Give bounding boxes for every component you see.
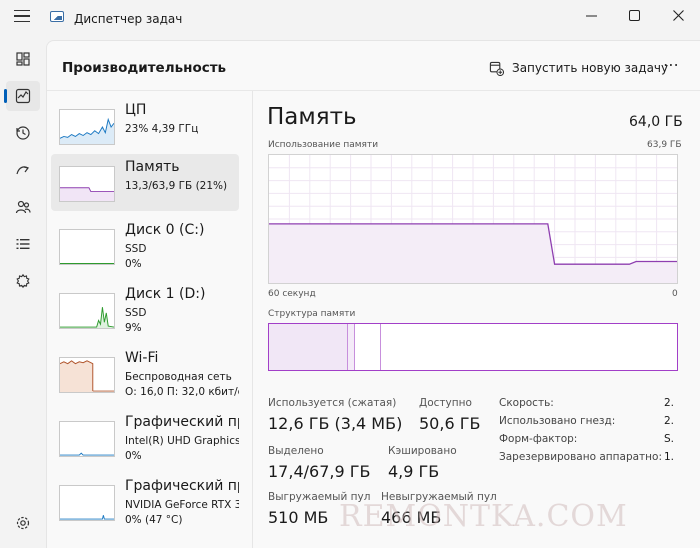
run-task-icon [489,61,504,76]
device-gpu-0[interactable]: Графический процессор 0 Intel(R) UHD Gra… [51,409,239,466]
prop-reserved-value: 1... [664,451,674,463]
in-use-label: Используется (сжатая) [268,397,397,409]
close-button[interactable] [660,4,696,26]
details-icon [16,239,30,249]
nav-startup-apps[interactable] [6,155,40,185]
title-bar: Диспетчер задач [0,0,700,30]
prop-speed-label: Скорость: [499,397,554,409]
startup-apps-icon [16,166,30,175]
device-gpu-1[interactable]: Графический процессор 1 NVIDIA GeForce R… [51,473,239,530]
structure-modified [348,324,355,370]
disk1-thumbnail-graph [59,293,115,329]
close-icon [672,9,684,21]
device-cpu[interactable]: ЦП 23% 4,39 ГГц [51,97,239,154]
device-stat: 0% [125,450,142,462]
device-name: Wi-Fi [125,350,159,366]
memory-thumbnail-graph [59,166,115,202]
device-type: Беспроводная сеть [125,371,232,383]
time-axis-label: 60 секунд [268,289,316,299]
time-axis-zero: 0 [672,289,678,299]
device-stat: 23% 4,39 ГГц [125,123,199,135]
main-panel: Производительность Запустить новую задач… [46,40,700,548]
nav-performance[interactable] [4,81,40,111]
available-value: 50,6 ГБ [419,414,481,433]
page-title: Производительность [62,60,227,76]
committed-value: 17,4/67,9 ГБ [268,462,371,481]
processes-icon [16,52,30,66]
more-options-button[interactable]: ⋯ [663,55,680,74]
header-divider [47,90,700,91]
usage-graph-label: Использование памяти [268,140,379,150]
device-type: Intel(R) UHD Graphics [125,435,239,447]
nav-app-history[interactable] [6,118,40,148]
committed-label: Выделено [268,445,324,457]
prop-slots-value: 2... [664,415,674,427]
cached-label: Кэшировано [388,445,457,457]
window-title: Диспетчер задач [74,12,183,26]
structure-label: Структура памяти [268,309,356,319]
prop-reserved-label: Зарезервировано аппаратно: [499,451,662,463]
device-stat: О: 16,0 П: 32,0 кбит/с [125,386,239,398]
minimize-button[interactable] [573,4,609,26]
device-stat: 0% [125,258,142,270]
in-use-value: 12,6 ГБ (3,4 МБ) [268,414,403,433]
nav-settings[interactable] [6,508,40,538]
memory-structure-bar [268,323,678,371]
gpu1-thumbnail-graph [59,485,115,521]
device-name: Память [125,159,180,175]
prop-form-factor-label: Форм-фактор: [499,433,578,445]
maximize-icon [628,9,640,21]
memory-usage-graph [268,154,678,284]
services-icon [16,273,30,289]
device-stat: 0% (47 °C) [125,514,183,526]
device-stat: 9% [125,322,142,334]
run-new-task-button[interactable]: Запустить новую задачу [489,57,668,79]
device-wifi[interactable]: Wi-Fi Беспроводная сеть О: 16,0 П: 32,0 … [51,345,239,402]
disk0-thumbnail-graph [59,229,115,265]
memory-total: 64,0 ГБ [629,114,683,130]
minimize-icon [585,15,597,16]
nav-rail [0,40,46,548]
watermark: REMONTKA.COM [339,499,628,534]
nav-services[interactable] [6,266,40,296]
prop-speed-value: 2... [664,397,674,409]
prop-form-factor-value: S... [664,433,674,445]
pane-divider [252,91,253,548]
device-type: SSD [125,243,147,255]
users-icon [15,200,31,214]
device-name: ЦП [125,102,147,118]
device-stat: 13,3/63,9 ГБ (21%) [125,180,228,192]
nav-processes[interactable] [6,44,40,74]
cpu-thumbnail-graph [59,109,115,145]
device-name: Диск 0 (C:) [125,222,205,238]
memory-usage-plot [269,155,677,283]
app-history-icon [16,126,30,140]
paged-pool-value: 510 МБ [268,508,329,527]
structure-standby [355,324,381,370]
device-name: Графический процессор 1 [125,478,239,494]
performance-icon [15,88,31,104]
nav-users[interactable] [6,192,40,222]
device-type: NVIDIA GeForce RTX 3060 [125,499,239,511]
device-disk-0[interactable]: Диск 0 (C:) SSD 0% [51,217,239,274]
cached-value: 4,9 ГБ [388,462,440,481]
settings-icon [16,516,30,530]
usage-graph-max: 63,9 ГБ [647,140,682,150]
prop-slots-label: Использовано гнезд: [499,415,616,427]
nav-details[interactable] [6,229,40,259]
available-label: Доступно [419,397,472,409]
task-manager-icon [50,11,64,22]
structure-in-use [269,324,348,370]
device-disk-1[interactable]: Диск 1 (D:) SSD 9% [51,281,239,338]
hamburger-menu-icon[interactable] [14,10,30,22]
wifi-thumbnail-graph [59,357,115,393]
maximize-button[interactable] [616,4,652,26]
device-memory[interactable]: Память 13,3/63,9 ГБ (21%) [51,154,239,211]
device-type: SSD [125,307,147,319]
device-name: Диск 1 (D:) [125,286,206,302]
device-name: Графический процессор 0 [125,414,239,430]
detail-title: Память [267,104,357,130]
run-task-label: Запустить новую задачу [512,61,669,75]
gpu0-thumbnail-graph [59,421,115,457]
